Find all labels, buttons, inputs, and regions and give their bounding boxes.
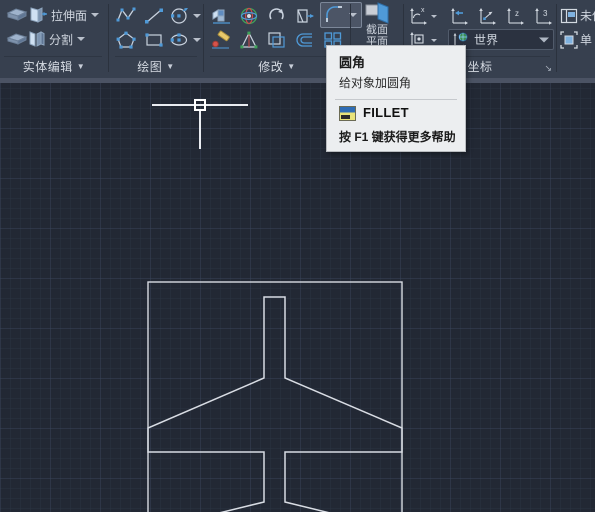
button-ucs-z-axis[interactable] [474,4,500,28]
airplane-outline [147,296,403,512]
button-mirror[interactable] [292,4,318,28]
polygon-icon [116,31,136,49]
button-named-view-label: 未保 [580,9,595,23]
button-rotate[interactable] [264,4,290,28]
chevron-down-icon[interactable] [193,38,201,42]
panel-coordinates-text: 坐标 [467,60,493,74]
ellipse-icon [170,31,190,49]
ucs-3point-icon: z [505,6,525,26]
button-move[interactable] [208,4,234,28]
button-viewport-config[interactable]: 单 [560,28,595,51]
svg-text:3: 3 [543,9,548,18]
button-array[interactable] [292,28,318,52]
rotate-3d-icon [239,7,259,25]
button-ucs-3point[interactable]: z [502,4,528,28]
button-ucs-origin[interactable] [446,4,472,28]
rectangle-icon [144,31,164,49]
rotate-icon [267,7,287,25]
ucs-origin-icon [449,6,469,26]
panel-draw-text: 绘图 [137,60,163,74]
scale-icon [239,31,259,49]
ucs-3-icon: 3 [533,6,553,26]
move-icon [211,7,232,25]
autocad-window: 拉伸面 分割 实体编辑 ▼ 绘图 ▼ 修改 ▼ 截面 平面 x z 3 世界 坐… [0,0,595,512]
drawing-border-rectangle [147,281,403,512]
arc-icon [170,7,190,25]
chevron-down-icon[interactable] [539,37,549,42]
panel-modify-text: 修改 [258,60,284,74]
button-section-plane[interactable]: 截面 平面 [355,2,399,50]
button-extrude-face[interactable]: 拉伸面 [6,4,102,26]
button-separate-label: 分割 [49,32,74,47]
pickbox-cursor [194,99,206,111]
button-separate[interactable]: 分割 [6,28,92,50]
button-rectangle[interactable] [141,28,167,52]
svg-text:z: z [515,9,519,18]
separate-glyph [28,29,46,49]
panel-coordinates-dialog-launcher[interactable]: ↘ [544,63,552,74]
tooltip-description: 给对象加圆角 [339,76,412,90]
named-view-icon [560,7,579,25]
button-scale[interactable] [236,28,262,52]
tooltip-help-text: 按 F1 键获得更多帮助 [339,130,456,144]
erase-icon [211,30,232,49]
ucs-x-icon: x [409,6,429,26]
drawing-canvas[interactable] [0,78,595,512]
ribbon-toolbar: 拉伸面 分割 实体编辑 ▼ 绘图 ▼ 修改 ▼ 截面 平面 x z 3 世界 坐… [0,0,595,78]
button-polygon[interactable] [113,28,139,52]
panel-solid-editing-label[interactable]: 实体编辑 ▼ [0,58,108,75]
chevron-down-icon[interactable] [193,14,201,18]
airplane-drawing [147,281,403,512]
button-polyline[interactable] [113,4,139,28]
button-section-plane-label-1: 截面 [366,24,388,36]
button-viewport-config-label: 单 [580,33,593,47]
line-icon [144,7,164,25]
polyline-icon [116,7,136,25]
viewport-config-icon [560,30,579,49]
panel-draw: 绘图 ▼ [109,0,203,78]
button-ucs-3[interactable]: 3 [530,4,556,28]
button-ucs-x[interactable]: x [408,4,438,28]
button-offset[interactable] [264,28,290,52]
tooltip-title: 圆角 [339,55,366,70]
button-arc[interactable] [169,4,201,28]
panel-solid-editing-text: 实体编辑 [22,60,73,74]
svg-text:x: x [421,7,425,14]
extrude-face-glyph [28,5,48,25]
button-ellipse[interactable] [169,28,201,52]
mirror-icon [295,7,315,25]
fillet-tooltip: 圆角 给对象加圆角 FILLET 按 F1 键获得更多帮助 [326,45,466,152]
panel-draw-label[interactable]: 绘图 ▼ [109,58,203,75]
button-rotate-3d[interactable] [236,4,262,28]
ucs-select-value: 世界 [474,33,499,47]
ucs-z-axis-icon [477,6,497,26]
button-erase[interactable] [208,28,234,52]
chevron-down-icon[interactable] [431,14,437,18]
chevron-down-icon[interactable] [77,37,86,41]
tooltip-command: FILLET [363,105,409,120]
crosshair-vertical [199,111,201,149]
array-icon [295,31,315,49]
crosshair-horizontal-right [209,104,248,106]
chevron-down-icon[interactable] [431,38,437,42]
separate-icon [6,29,28,49]
button-named-view[interactable]: 未保 [560,4,595,27]
fillet-icon [324,5,344,25]
tooltip-divider [335,99,457,100]
chevron-down-icon[interactable] [91,13,100,17]
section-plane-icon [362,2,392,25]
fillet-command-icon [339,106,356,121]
button-line[interactable] [141,4,167,28]
button-extrude-face-label: 拉伸面 [51,8,88,23]
extrude-face-icon [6,5,28,25]
panel-view: 未保 单 [557,0,595,78]
panel-solid-editing: 拉伸面 分割 实体编辑 ▼ [0,0,108,78]
offset-icon [267,31,287,49]
